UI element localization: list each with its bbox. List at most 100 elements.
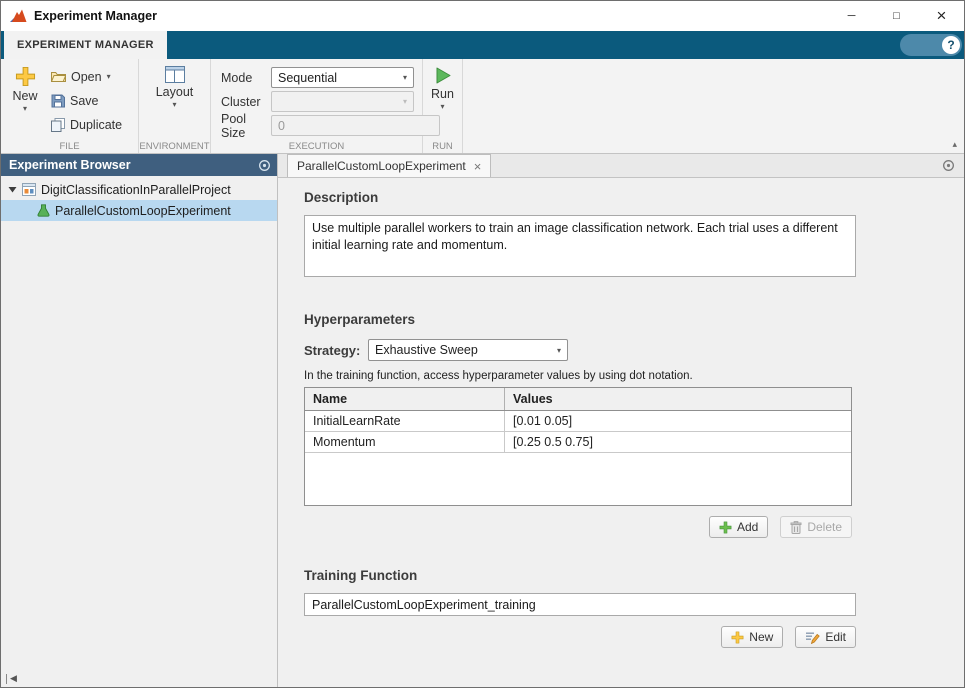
pool-size-input — [271, 115, 440, 136]
section-label-execution: EXECUTION — [211, 141, 422, 152]
chevron-down-icon: ▾ — [172, 101, 176, 109]
cluster-select: ▾ — [271, 91, 414, 112]
training-function-input[interactable] — [304, 593, 856, 616]
hyperparameters-heading: Hyperparameters — [304, 312, 964, 327]
toolstrip-tabbar: EXPERIMENT MANAGER ? — [1, 31, 964, 59]
section-label-environment: ENVIRONMENT — [139, 141, 210, 152]
table-row[interactable]: Momentum [0.25 0.5 0.75] — [305, 432, 851, 453]
open-button[interactable]: Open ▾ — [45, 66, 128, 87]
experiment-browser-header: Experiment Browser — [1, 154, 277, 176]
strategy-label: Strategy: — [304, 343, 368, 358]
cell-name[interactable]: InitialLearnRate — [305, 411, 505, 431]
duplicate-button-label: Duplicate — [70, 118, 122, 132]
expand-caret-icon[interactable] — [8, 185, 17, 194]
duplicate-button[interactable]: Duplicate — [45, 114, 128, 135]
help-icon: ? — [942, 36, 960, 54]
new-experiment-button[interactable]: New ▾ — [5, 59, 45, 153]
document-tab-label: ParallelCustomLoopExperiment — [297, 159, 466, 173]
run-button-label: Run — [431, 87, 454, 101]
experiment-flask-icon — [37, 204, 50, 217]
layout-button[interactable]: Layout ▾ — [155, 59, 195, 153]
save-button[interactable]: Save — [45, 90, 128, 111]
delete-hyperparameter-button: Delete — [780, 516, 852, 538]
open-button-label: Open — [71, 70, 102, 84]
new-training-button-label: New — [749, 630, 773, 644]
save-button-label: Save — [70, 94, 99, 108]
table-row[interactable]: InitialLearnRate [0.01 0.05] — [305, 411, 851, 432]
strategy-select[interactable]: Exhaustive Sweep ▾ — [368, 339, 568, 361]
collapse-ribbon-button[interactable]: ▴ — [952, 139, 957, 150]
open-folder-icon — [51, 70, 66, 83]
new-plus-icon — [15, 66, 36, 87]
tree-item-label: DigitClassificationInParallelProject — [41, 183, 231, 197]
trash-icon — [790, 521, 802, 534]
document-tabbar: ParallelCustomLoopExperiment × — [278, 154, 964, 178]
add-plus-icon — [719, 521, 732, 534]
cluster-label: Cluster — [221, 95, 271, 109]
table-header-row: Name Values — [305, 388, 851, 411]
help-button[interactable]: ? — [900, 34, 962, 56]
matlab-logo-icon — [10, 9, 27, 24]
new-plus-icon — [731, 631, 744, 644]
ribbon-section-run: Run ▾ RUN — [423, 59, 463, 153]
run-button[interactable]: Run ▾ — [423, 59, 462, 153]
cell-name[interactable]: Momentum — [305, 432, 505, 452]
ribbon-spacer — [463, 59, 964, 153]
project-icon — [22, 183, 36, 196]
chevron-down-icon: ▾ — [440, 103, 444, 111]
hyperparameters-table[interactable]: Name Values InitialLearnRate [0.01 0.05]… — [304, 387, 852, 506]
tree-item-label: ParallelCustomLoopExperiment — [55, 204, 231, 218]
layout-grid-icon — [165, 66, 185, 83]
mode-label: Mode — [221, 71, 271, 85]
cell-values[interactable]: [0.01 0.05] — [505, 411, 851, 431]
ribbon-section-file: New ▾ Open ▾ — [1, 59, 139, 153]
experiment-tree: DigitClassificationInParallelProject Par… — [1, 176, 277, 221]
chevron-down-icon: ▾ — [397, 73, 413, 82]
panel-actions-icon[interactable] — [258, 159, 271, 172]
tree-item-project[interactable]: DigitClassificationInParallelProject — [1, 179, 277, 200]
maximize-button[interactable]: □ — [874, 1, 919, 31]
new-button-label: New — [12, 89, 37, 103]
title-bar: Experiment Manager ─ □ × — [1, 1, 964, 31]
tree-item-experiment[interactable]: ParallelCustomLoopExperiment — [1, 200, 277, 221]
document-actions-icon[interactable] — [942, 159, 955, 172]
strategy-select-value: Exhaustive Sweep — [375, 343, 478, 357]
layout-button-label: Layout — [156, 85, 194, 99]
column-header-values: Values — [505, 388, 851, 410]
window-title: Experiment Manager — [34, 9, 157, 23]
experiment-browser-panel: Experiment Browser — [1, 154, 278, 687]
ribbon-section-execution: Mode Sequential ▾ Cluster ▾ Pool Size — [211, 59, 423, 153]
chevron-down-icon: ▾ — [551, 346, 567, 355]
run-play-icon — [433, 66, 452, 85]
close-button[interactable]: × — [919, 1, 964, 31]
section-label-file: FILE — [1, 141, 138, 152]
mode-select[interactable]: Sequential ▾ — [271, 67, 414, 88]
tab-experiment-manager[interactable]: EXPERIMENT MANAGER — [4, 31, 167, 59]
experiment-browser-title: Experiment Browser — [9, 158, 131, 172]
pool-size-label: Pool Size — [221, 112, 271, 140]
hyperparameters-hint: In the training function, access hyperpa… — [304, 370, 964, 382]
column-header-name: Name — [305, 388, 505, 410]
collapse-panel-button[interactable]: ◀ — [6, 674, 17, 684]
delete-button-label: Delete — [807, 520, 842, 534]
tab-experiment-document[interactable]: ParallelCustomLoopExperiment × — [287, 154, 491, 177]
duplicate-icon — [51, 118, 65, 132]
new-training-function-button[interactable]: New — [721, 626, 783, 648]
cell-values[interactable]: [0.25 0.5 0.75] — [505, 432, 851, 452]
app-window: Experiment Manager ─ □ × EXPERIMENT MANA… — [0, 0, 965, 688]
table-empty-area — [305, 453, 851, 505]
edit-training-function-button[interactable]: Edit — [795, 626, 856, 648]
close-tab-icon[interactable]: × — [474, 159, 482, 174]
chevron-down-icon: ▾ — [397, 97, 413, 106]
experiment-form: Description Use multiple parallel worker… — [278, 178, 964, 687]
add-hyperparameter-button[interactable]: Add — [709, 516, 768, 538]
mode-select-value: Sequential — [278, 71, 337, 85]
section-label-run: RUN — [423, 141, 462, 152]
chevron-down-icon: ▾ — [107, 73, 111, 81]
toolstrip-ribbon: New ▾ Open ▾ — [1, 59, 964, 154]
training-function-heading: Training Function — [304, 568, 964, 583]
minimize-button[interactable]: ─ — [829, 1, 874, 31]
description-heading: Description — [304, 190, 964, 205]
chevron-down-icon: ▾ — [23, 105, 27, 113]
description-textarea[interactable]: Use multiple parallel workers to train a… — [304, 215, 856, 277]
